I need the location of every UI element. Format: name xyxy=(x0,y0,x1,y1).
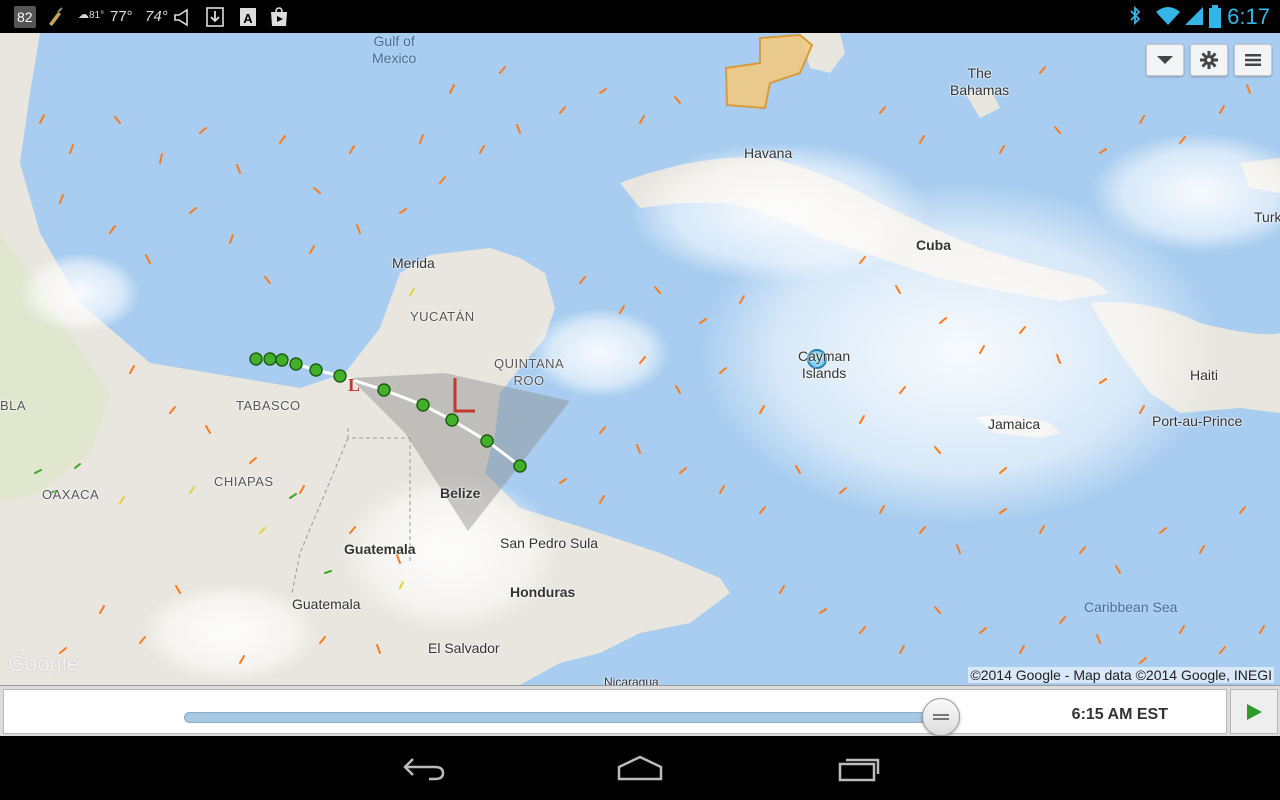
map-copyright: ©2014 Google - Map data ©2014 Google, IN… xyxy=(968,667,1274,683)
gear-icon xyxy=(1200,51,1218,69)
label-chiapas: CHIAPAS xyxy=(214,474,274,489)
temperature-badge: 82 xyxy=(14,6,36,28)
svg-text:A: A xyxy=(243,11,253,26)
label-guatemala-city: Guatemala xyxy=(292,596,361,612)
label-port-au-prince: Port-au-Prince xyxy=(1152,413,1243,429)
temp-77: 77° xyxy=(110,8,133,25)
label-cuba: Cuba xyxy=(916,237,951,253)
label-yucatan: YUCATÁN xyxy=(410,309,475,324)
label-jamaica: Jamaica xyxy=(988,416,1041,432)
home-icon xyxy=(617,755,663,781)
google-logo: Google xyxy=(8,651,79,676)
download-icon xyxy=(205,6,225,28)
home-button[interactable] xyxy=(610,750,670,786)
play-store-icon xyxy=(268,6,290,28)
label-san-pedro-sula: San Pedro Sula xyxy=(500,535,599,551)
play-button[interactable] xyxy=(1230,689,1278,734)
layers-dropdown-button[interactable] xyxy=(1146,44,1184,76)
font-icon: A xyxy=(238,6,258,28)
grip-icon xyxy=(933,714,949,720)
signal-icon xyxy=(1183,5,1205,32)
label-turks: Turk xyxy=(1254,209,1280,225)
timeline-bar: 6:15 AM EST xyxy=(0,685,1280,736)
recents-icon xyxy=(838,758,880,782)
label-havana: Havana xyxy=(744,145,793,161)
menu-button[interactable] xyxy=(1234,44,1272,76)
temp-74: 74° xyxy=(145,8,168,25)
label-the-bahamas: The Bahamas xyxy=(950,65,1010,98)
timeline-time-label: 6:15 AM EST xyxy=(1071,706,1168,723)
timeline-panel: 6:15 AM EST xyxy=(3,689,1227,736)
weather-icon: ☁81° xyxy=(78,9,105,21)
label-guatemala-country: Guatemala xyxy=(344,541,416,557)
label-bla: BLA xyxy=(0,398,27,413)
play-icon xyxy=(1247,703,1262,720)
label-oaxaca: OAXACA xyxy=(42,487,100,502)
label-honduras: Honduras xyxy=(510,584,576,600)
label-tabasco: TABASCO xyxy=(236,398,301,413)
weather-temp: 81° xyxy=(89,10,105,21)
label-belize: Belize xyxy=(440,485,481,501)
label-merida: Merida xyxy=(392,255,435,271)
chevron-down-icon xyxy=(1157,56,1173,64)
weather-map[interactable]: L Gulf of Mexico The Bahamas Havana Cuba… xyxy=(0,33,1280,685)
label-el-salvador: El Salvador xyxy=(428,640,500,656)
settings-button[interactable] xyxy=(1190,44,1228,76)
timeline-slider-thumb[interactable] xyxy=(922,698,960,736)
recents-button[interactable] xyxy=(828,750,888,786)
back-button[interactable] xyxy=(394,750,454,786)
broom-icon xyxy=(44,6,66,28)
label-caribbean-sea: Caribbean Sea xyxy=(1084,599,1178,615)
label-quintana-roo: QUINTANA ROO xyxy=(494,356,565,388)
menu-icon xyxy=(1245,54,1261,66)
timeline-slider-track[interactable] xyxy=(184,712,944,723)
back-icon xyxy=(403,758,445,781)
battery-icon xyxy=(1208,5,1222,34)
label-nicaragua: Nicaragua xyxy=(604,675,659,685)
svg-text:L: L xyxy=(348,375,360,395)
label-haiti: Haiti xyxy=(1190,367,1219,383)
map-base-layer: L xyxy=(0,33,1280,685)
label-gulf-of-mexico: Gulf of Mexico xyxy=(372,33,417,66)
wifi-icon xyxy=(1155,5,1181,32)
navigation-bar xyxy=(0,736,1280,800)
megaphone-icon xyxy=(172,6,194,28)
status-bar: 82 ☁81° 77° 74° A 6:17 xyxy=(0,0,1280,33)
bluetooth-icon xyxy=(1128,5,1142,32)
clock: 6:17 xyxy=(1227,4,1270,29)
label-cayman-islands: Cayman Islands xyxy=(798,348,851,381)
